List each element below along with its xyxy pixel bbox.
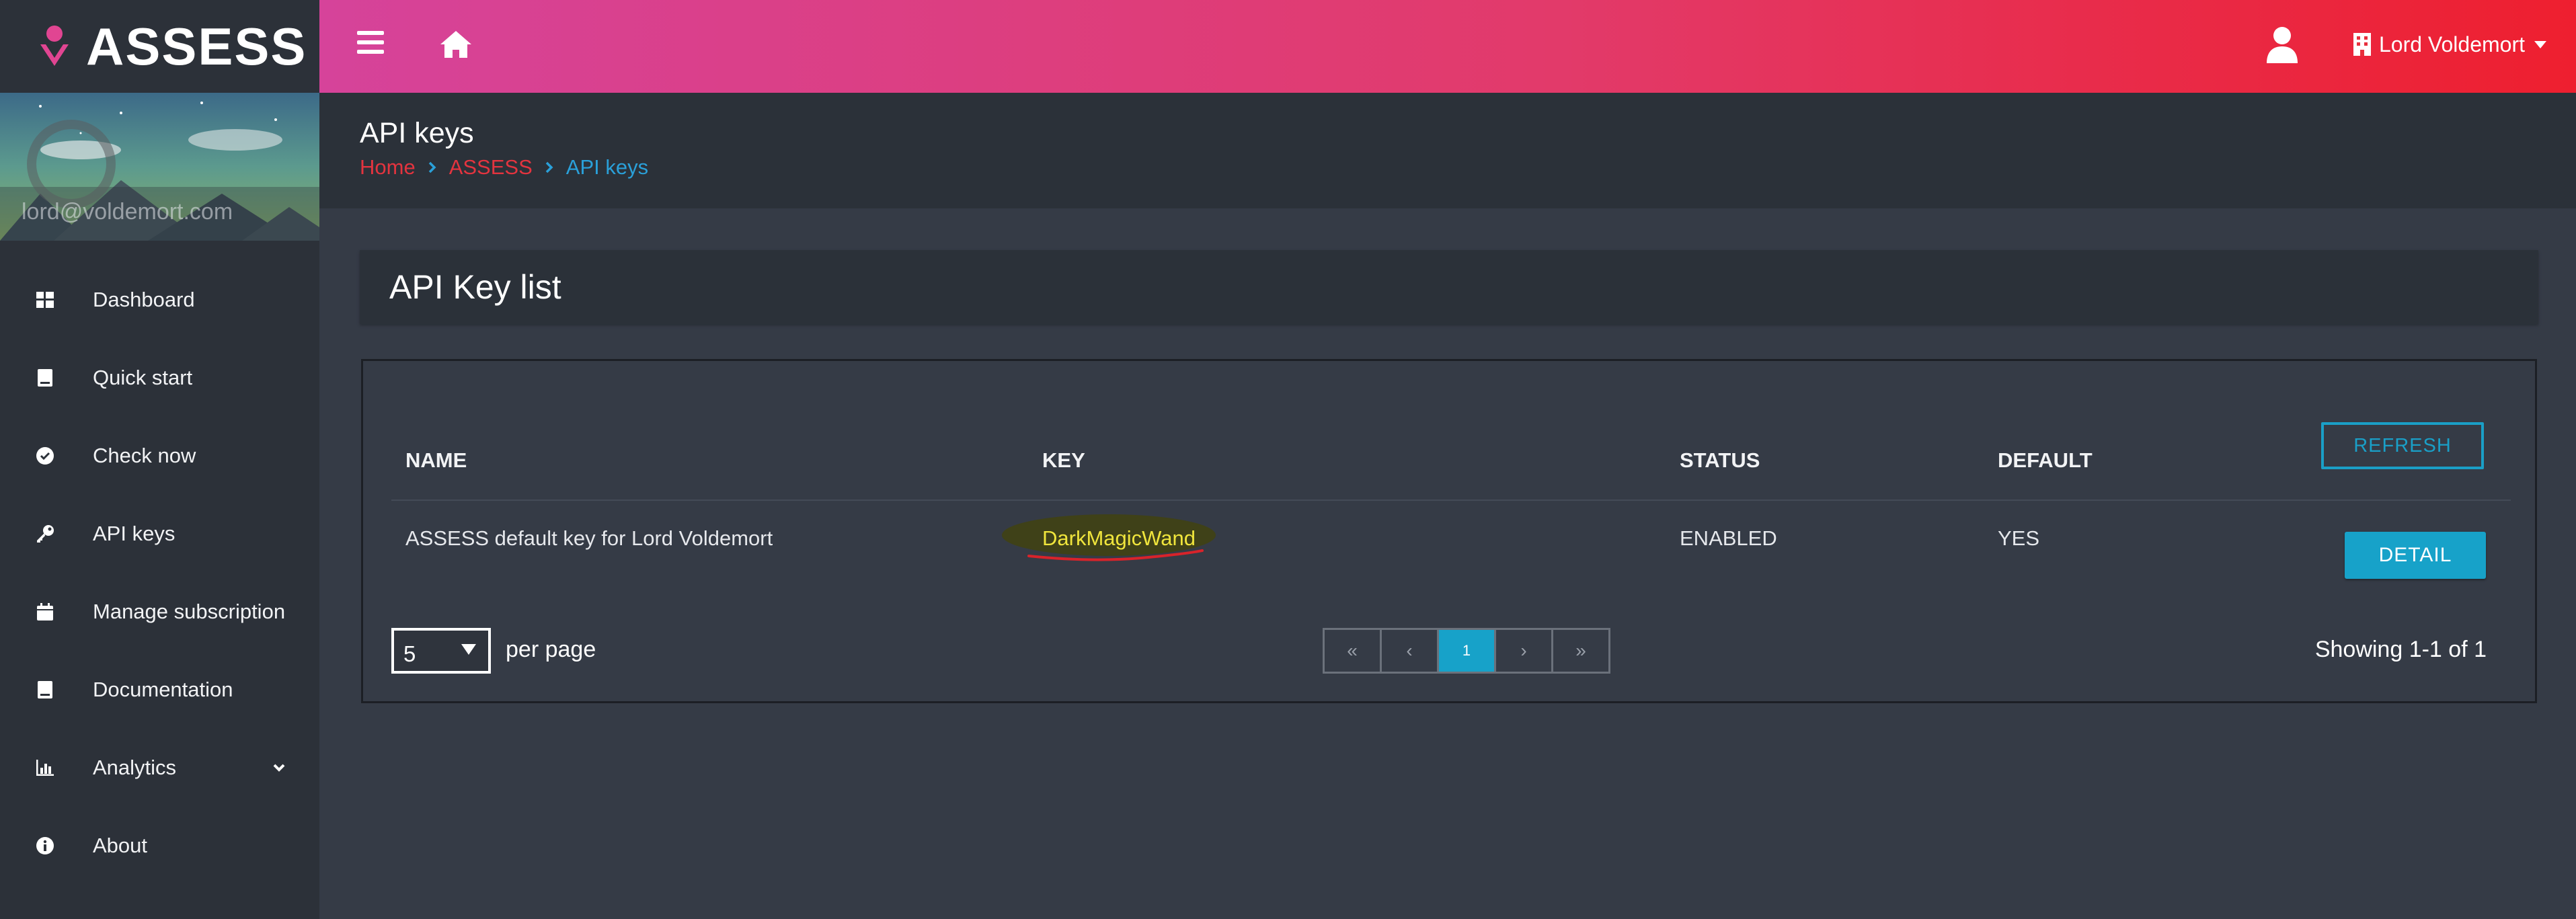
sidebar-item-label: Analytics: [93, 756, 177, 779]
home-icon[interactable]: [439, 30, 473, 59]
column-header-default: DEFAULT: [1998, 448, 2093, 472]
sidebar-item-label: Manage subscription: [93, 600, 286, 623]
page-current-button[interactable]: 1: [1437, 628, 1496, 674]
chevron-down-icon[interactable]: [272, 760, 286, 775]
page-next-button[interactable]: ›: [1494, 628, 1553, 674]
page-title: API keys: [360, 117, 474, 149]
cell-default: YES: [1998, 526, 2040, 550]
sidebar: ASSESS lord@voldemort.com Dashboard Quic…: [0, 0, 319, 919]
breadcrumb: Home ASSESS API keys: [360, 155, 648, 179]
sidebar-nav: Dashboard Quick start Check now API keys…: [0, 261, 319, 885]
sidebar-item-label: API keys: [93, 522, 175, 545]
sidebar-item-check-now[interactable]: Check now: [0, 417, 319, 495]
sidebar-item-label: About: [93, 834, 148, 857]
sidebar-item-about[interactable]: About: [0, 807, 319, 885]
column-header-name: NAME: [405, 448, 467, 472]
info-icon: [35, 836, 55, 856]
card-title: API Key list: [389, 268, 561, 306]
header-divider: [391, 500, 2511, 501]
sidebar-item-label: Documentation: [93, 678, 233, 701]
sidebar-item-documentation[interactable]: Documentation: [0, 651, 319, 729]
calendar-icon: [35, 602, 55, 622]
sidebar-item-label: Dashboard: [93, 288, 195, 311]
cell-name: ASSESS default key for Lord Voldemort: [405, 526, 773, 550]
dashboard-icon: [35, 290, 55, 310]
column-header-key: KEY: [1042, 448, 1085, 472]
profile-banner: lord@voldemort.com: [0, 93, 319, 241]
brand[interactable]: ASSESS: [0, 0, 319, 93]
breadcrumb-home[interactable]: Home: [360, 155, 416, 179]
top-navbar: Lord Voldemort: [319, 0, 2576, 93]
brand-name: ASSESS: [86, 16, 307, 76]
per-page-label: per page: [506, 637, 596, 662]
sidebar-item-label: Check now: [93, 444, 196, 467]
column-header-status: STATUS: [1680, 448, 1760, 472]
avatar: [27, 120, 116, 208]
refresh-button[interactable]: REFRESH: [2321, 422, 2484, 469]
menu-toggle-icon[interactable]: [357, 31, 384, 58]
user-icon[interactable]: [2265, 26, 2299, 63]
sidebar-item-api-keys[interactable]: API keys: [0, 495, 319, 573]
cell-status: ENABLED: [1680, 526, 1777, 550]
chevron-right-icon: [428, 161, 436, 173]
caret-down-icon: [2534, 40, 2546, 48]
sidebar-item-analytics[interactable]: Analytics: [0, 729, 319, 807]
breadcrumb-current: API keys: [565, 155, 649, 179]
api-key-table: NAME KEY STATUS DEFAULT REFRESH ASSESS d…: [361, 359, 2537, 703]
chevron-right-icon: [545, 161, 553, 173]
page-prev-button[interactable]: ‹: [1380, 628, 1439, 674]
page-last-button[interactable]: »: [1551, 628, 1610, 674]
sidebar-item-quick-start[interactable]: Quick start: [0, 339, 319, 417]
chart-icon: [35, 758, 55, 778]
key-icon: [35, 524, 55, 544]
sidebar-item-manage-subscription[interactable]: Manage subscription: [0, 573, 319, 651]
cell-key: DarkMagicWand: [1042, 526, 1196, 550]
detail-button[interactable]: DETAIL: [2345, 532, 2486, 579]
card-header: API Key list: [360, 250, 2538, 324]
per-page-select[interactable]: 5: [391, 628, 491, 674]
account-name: Lord Voldemort: [2378, 32, 2525, 56]
logo-icon: [40, 26, 69, 66]
breadcrumb-assess[interactable]: ASSESS: [449, 155, 533, 179]
check-circle-icon: [35, 446, 55, 466]
page-first-button[interactable]: «: [1323, 628, 1382, 674]
book-icon: [35, 368, 55, 388]
book-icon: [35, 680, 55, 700]
building-icon: [2353, 33, 2371, 56]
page-header: API keys Home ASSESS API keys: [319, 93, 2576, 208]
account-menu[interactable]: Lord Voldemort: [2353, 31, 2546, 58]
pagination: « ‹ 1 › »: [1323, 628, 1610, 674]
per-page-value: 5: [403, 641, 416, 666]
pagination-summary: Showing 1-1 of 1: [2314, 637, 2487, 662]
profile-email: lord@voldemort.com: [22, 199, 233, 225]
sidebar-item-dashboard[interactable]: Dashboard: [0, 261, 319, 339]
caret-down-icon: [461, 644, 476, 655]
sidebar-item-label: Quick start: [93, 366, 193, 389]
